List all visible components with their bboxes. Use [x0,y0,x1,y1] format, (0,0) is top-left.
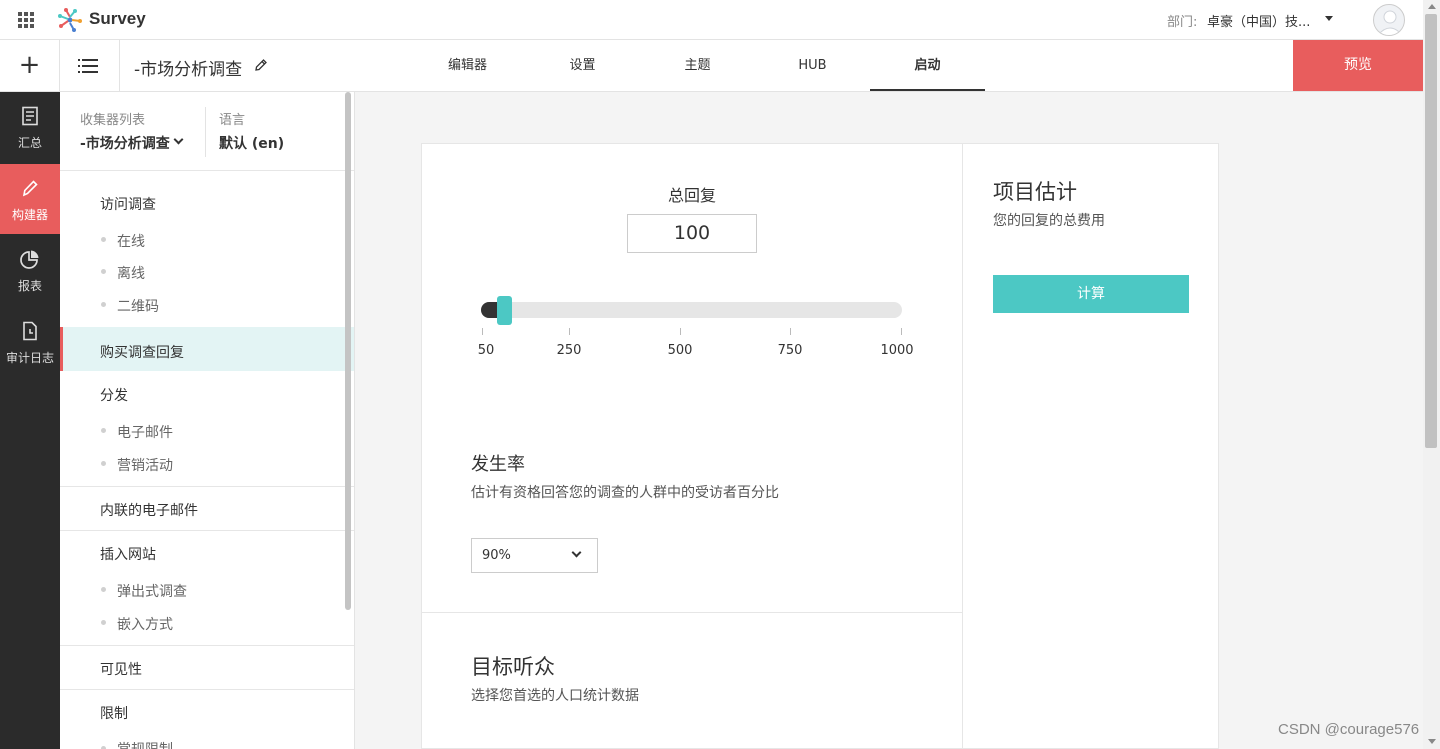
survey-title: -市场分析调查 [134,60,243,80]
tab-editor[interactable]: 编辑器 [410,40,525,91]
page-scrollbar-thumb[interactable] [1425,14,1437,448]
section-buy-responses[interactable]: 购买调查回复 [100,342,184,362]
item-popup-survey[interactable]: 弹出式调查 [117,581,187,601]
item-campaign[interactable]: 营销活动 [117,455,173,475]
section-distribute[interactable]: 分发 [100,385,128,405]
user-avatar-icon [1377,10,1403,35]
divider [60,645,354,646]
divider [205,107,206,157]
divider [60,170,354,171]
responses-slider-track[interactable] [481,302,902,318]
left-nav: 汇总 构建器 报表 审计日志 [0,92,60,749]
project-estimate-title: 项目估计 [993,180,1077,204]
slider-tick [482,328,483,335]
language-label: 语言 [219,113,246,128]
total-responses-label: 总回复 [667,186,716,205]
main-tabs: 编辑器 设置 主题 HUB 启动 [410,40,985,91]
nav-reports-label: 报表 [17,279,42,293]
bullet-dot [101,620,106,625]
calculate-button[interactable]: 计算 [993,275,1189,313]
tab-hub[interactable]: HUB [755,40,870,91]
apps-grid-icon[interactable] [18,12,34,28]
section-inline-email[interactable]: 内联的电子邮件 [100,500,198,520]
scroll-up-icon[interactable] [1428,4,1436,9]
document-icon [22,106,38,126]
nav-summary-label: 汇总 [17,136,42,150]
slider-tick [901,328,902,335]
tab-settings[interactable]: 设置 [525,40,640,91]
slider-tick [569,328,570,335]
target-audience-title: 目标听众 [471,655,555,679]
slider-tick-label: 1000 [880,343,914,358]
nav-builder[interactable]: 构建器 [0,164,60,234]
project-estimate-description: 您的回复的总费用 [993,213,1105,229]
add-button[interactable]: + [0,40,60,91]
slider-tick-label: 50 [477,343,495,358]
survey-toolbar: + -市场分析调查 编辑器 设置 主题 HUB 启动 预览 [0,40,1423,92]
collector-list-label: 收集器列表 [80,113,146,128]
incidence-rate-description: 估计有资格回答您的调查的人群中的受访者百分比 [471,485,779,501]
tab-launch[interactable]: 启动 [870,40,985,91]
divider [421,612,962,613]
department-value[interactable]: 卓豪（中国）技... [1207,11,1310,30]
bullet-dot [101,302,106,307]
top-bar: Survey 部门: 卓豪（中国）技... [0,0,1423,40]
incidence-rate-title: 发生率 [471,454,525,475]
pencil-icon [22,180,38,197]
language-value[interactable]: 默认 (en) [219,133,284,153]
preview-button[interactable]: 预览 [1293,40,1423,91]
collector-panel: 收集器列表 -市场分析调查 语言 默认 (en) 访问调查 在线 离线 二维码 … [60,92,355,749]
item-embed-method[interactable]: 嵌入方式 [117,614,173,634]
responses-slider-handle[interactable] [496,296,512,325]
divider [60,486,354,487]
bullet-dot [101,428,106,433]
incidence-rate-select[interactable]: 90% [471,538,598,573]
user-avatar[interactable] [1373,4,1405,36]
total-responses-input[interactable]: 100 [627,214,757,253]
panel-scrollbar[interactable] [345,92,351,610]
section-access-survey[interactable]: 访问调查 [100,194,156,214]
list-menu-button[interactable] [60,40,120,91]
list-icon [78,59,98,61]
nav-audit-log[interactable]: 审计日志 [0,307,60,377]
brand-name: Survey [89,9,146,28]
slider-tick [680,328,681,335]
nav-audit-log-label: 审计日志 [5,351,54,365]
slider-tick-label: 500 [667,343,693,358]
item-online[interactable]: 在线 [117,231,145,251]
section-embed-website[interactable]: 插入网站 [100,544,156,564]
nav-summary[interactable]: 汇总 [0,92,60,162]
department-label: 部门: [1167,15,1198,30]
section-limits[interactable]: 限制 [100,703,128,723]
collector-select[interactable]: -市场分析调查 [80,133,170,153]
slider-tick-label: 750 [777,343,803,358]
section-visibility[interactable]: 可见性 [100,659,142,679]
watermark: CSDN @courage576 [1278,721,1420,738]
bullet-dot [101,587,106,592]
bullet-dot [101,269,106,274]
slider-tick [790,328,791,335]
item-email[interactable]: 电子邮件 [117,422,173,442]
nav-builder-label: 构建器 [11,208,48,222]
department-caret-icon[interactable] [1325,16,1333,21]
divider [962,143,963,749]
bullet-dot [101,461,106,466]
divider [60,689,354,690]
pie-chart-icon [20,250,39,269]
scroll-down-icon[interactable] [1428,739,1436,744]
nav-reports[interactable]: 报表 [0,235,60,305]
item-general-limits[interactable]: 常规限制 [117,739,173,749]
item-qrcode[interactable]: 二维码 [117,296,159,316]
bullet-dot [101,237,106,242]
edit-title-icon[interactable] [254,58,268,72]
tab-theme[interactable]: 主题 [640,40,755,91]
log-file-icon [23,321,37,341]
divider [60,530,354,531]
target-audience-description: 选择您首选的人口统计数据 [471,688,639,704]
item-offline[interactable]: 离线 [117,263,145,283]
survey-logo-icon [58,8,82,32]
chevron-down-icon[interactable] [173,134,184,145]
slider-tick-label: 250 [556,343,582,358]
